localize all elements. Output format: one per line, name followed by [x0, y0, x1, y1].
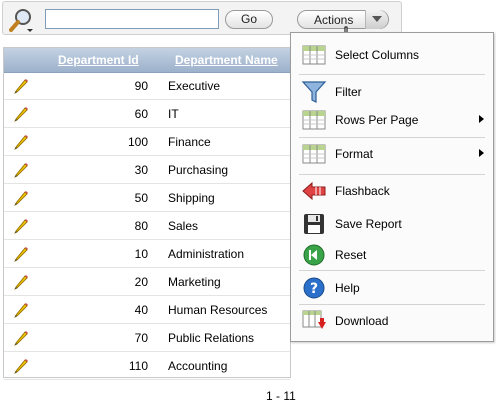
- table-row: 50 Shipping: [4, 184, 290, 212]
- search-icon[interactable]: [7, 7, 37, 33]
- menu-separator: [299, 74, 485, 75]
- table-row: 30 Purchasing: [4, 156, 290, 184]
- column-header-department-name[interactable]: Department Name: [175, 53, 278, 67]
- svg-text:?: ?: [310, 281, 318, 297]
- menu-item-select-columns[interactable]: Select Columns: [291, 40, 493, 70]
- floppy-icon: [301, 211, 327, 237]
- menu-item-label: Format: [335, 147, 374, 161]
- department-id-cell: 90: [134, 79, 148, 93]
- department-id-cell: 60: [134, 107, 148, 121]
- menu-item-filter[interactable]: Filter: [291, 77, 493, 107]
- pencil-edit-icon[interactable]: [13, 78, 29, 94]
- download-icon: [301, 308, 327, 334]
- funnel-icon: [301, 79, 327, 105]
- department-id-cell: 10: [134, 247, 148, 261]
- menu-item-help[interactable]: ? Help: [291, 273, 493, 303]
- go-button[interactable]: Go: [225, 10, 273, 29]
- menu-item-reset[interactable]: Reset: [291, 240, 493, 270]
- grid-icon: [301, 107, 327, 133]
- actions-label: Actions: [314, 13, 354, 27]
- menu-separator: [299, 137, 485, 138]
- department-name-cell: Public Relations: [168, 331, 255, 345]
- chevron-down-icon[interactable]: [365, 10, 388, 29]
- menu-separator: [299, 304, 485, 305]
- submenu-arrow-icon: [479, 115, 484, 123]
- table-row: 80 Sales: [4, 212, 290, 240]
- department-name-cell: Purchasing: [168, 163, 229, 177]
- pencil-edit-icon[interactable]: [13, 246, 29, 262]
- department-name-cell: IT: [168, 107, 179, 121]
- search-toolbar: Go Actions: [2, 1, 402, 48]
- table-row: 110 Accounting: [4, 352, 290, 380]
- department-id-cell: 20: [134, 275, 148, 289]
- department-name-cell: Marketing: [168, 275, 221, 289]
- menu-separator: [299, 270, 485, 271]
- department-id-cell: 110: [128, 359, 148, 373]
- pencil-edit-icon[interactable]: [13, 330, 29, 346]
- department-id-cell: 70: [134, 331, 148, 345]
- menu-item-label: Select Columns: [335, 48, 420, 62]
- pencil-edit-icon[interactable]: [13, 302, 29, 318]
- pencil-edit-icon[interactable]: [13, 162, 29, 178]
- department-name-cell: Finance: [168, 135, 211, 149]
- table-row: 20 Marketing: [4, 268, 290, 296]
- reset-icon: [301, 242, 327, 268]
- submenu-arrow-icon: [479, 149, 484, 157]
- help-icon: ?: [301, 275, 327, 301]
- department-id-cell: 30: [134, 163, 148, 177]
- table-row: 10 Administration: [4, 240, 290, 268]
- menu-item-label: Reset: [335, 248, 367, 262]
- menu-item-label: Save Report: [335, 217, 402, 231]
- menu-item-label: Help: [335, 281, 360, 295]
- menu-item-rows-per-page[interactable]: Rows Per Page: [291, 105, 493, 135]
- menu-separator: [299, 174, 485, 175]
- department-name-cell: Accounting: [168, 359, 228, 373]
- table-row: 90 Executive: [4, 72, 290, 100]
- department-name-cell: Executive: [168, 79, 221, 93]
- menu-item-flashback[interactable]: Flashback: [291, 176, 493, 206]
- department-name-cell: Shipping: [168, 191, 215, 205]
- report-table: Department Id Department Name 90 Executiv…: [3, 47, 291, 380]
- menu-item-download[interactable]: Download: [291, 306, 493, 336]
- back-arrow-icon: [301, 178, 327, 204]
- menu-item-label: Flashback: [335, 184, 390, 198]
- pencil-edit-icon[interactable]: [13, 190, 29, 206]
- pencil-edit-icon[interactable]: [13, 106, 29, 122]
- table-row: 70 Public Relations: [4, 324, 290, 352]
- department-name-cell: Human Resources: [168, 303, 268, 317]
- department-name-cell: Administration: [168, 247, 245, 261]
- pencil-edit-icon[interactable]: [13, 134, 29, 150]
- grid-icon: [301, 141, 327, 167]
- department-id-cell: 80: [134, 219, 148, 233]
- pencil-edit-icon[interactable]: [13, 358, 29, 374]
- pencil-edit-icon[interactable]: [13, 218, 29, 234]
- department-id-cell: 100: [127, 135, 148, 149]
- search-input[interactable]: [45, 9, 219, 29]
- table-row: 40 Human Resources: [4, 296, 290, 324]
- actions-menu: Select Columns Filter Rows Per Page Format F…: [290, 32, 494, 342]
- table-header: Department Id Department Name: [4, 48, 290, 73]
- department-id-cell: 40: [134, 303, 148, 317]
- department-name-cell: Sales: [168, 219, 199, 233]
- department-id-cell: 50: [134, 191, 148, 205]
- table-row: 60 IT: [4, 100, 290, 128]
- menu-item-label: Filter: [335, 85, 362, 99]
- column-header-department-id[interactable]: Department Id: [58, 53, 139, 67]
- table-row: 100 Finance: [4, 128, 290, 156]
- grid-icon: [301, 42, 327, 68]
- menu-item-save-report[interactable]: Save Report: [291, 209, 493, 239]
- menu-item-label: Rows Per Page: [335, 113, 419, 127]
- pencil-edit-icon[interactable]: [13, 274, 29, 290]
- menu-item-format[interactable]: Format: [291, 139, 493, 169]
- menu-item-label: Download: [335, 314, 389, 328]
